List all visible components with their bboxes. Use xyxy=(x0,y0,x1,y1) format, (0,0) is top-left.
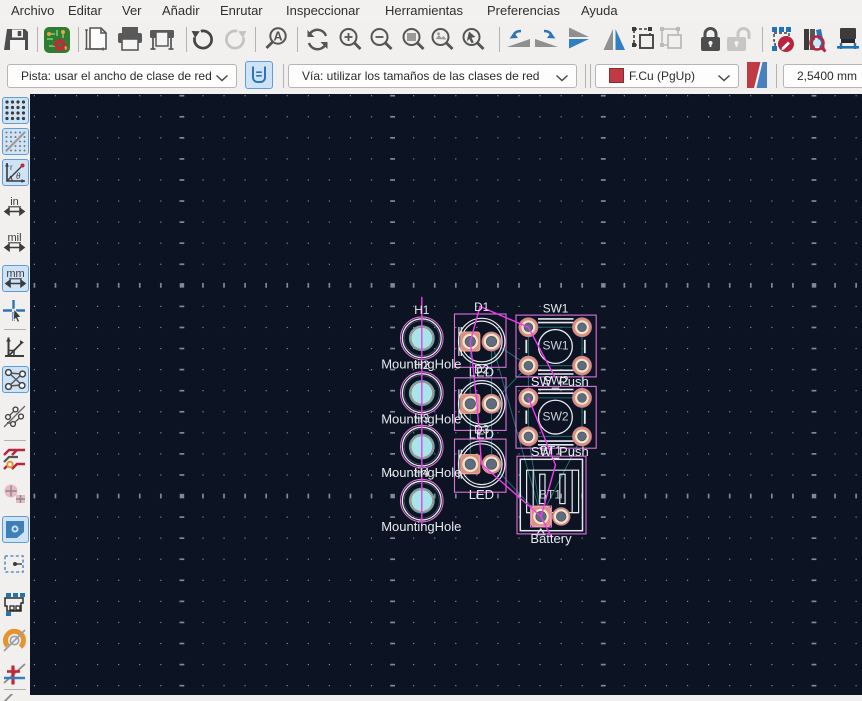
svg-text:BT1: BT1 xyxy=(540,444,562,458)
svg-text:H2: H2 xyxy=(414,358,429,372)
svg-text:SW1: SW1 xyxy=(542,338,568,352)
svg-text:r: r xyxy=(10,163,13,172)
svg-text:mil: mil xyxy=(7,232,21,244)
svg-text:A: A xyxy=(273,30,282,44)
svg-text:LED: LED xyxy=(469,487,494,502)
svg-text:H1: H1 xyxy=(414,303,429,317)
svg-text:mm: mm xyxy=(6,268,24,280)
svg-text:BT1: BT1 xyxy=(539,487,561,501)
svg-text:D2: D2 xyxy=(474,362,489,376)
svg-text:SW2: SW2 xyxy=(543,374,569,388)
svg-text:MountingHole: MountingHole xyxy=(381,519,461,534)
svg-text:D1: D1 xyxy=(474,300,489,314)
svg-text:SW2: SW2 xyxy=(542,409,568,423)
svg-text:H3: H3 xyxy=(414,412,430,426)
svg-text:Battery: Battery xyxy=(530,531,572,546)
svg-text:D3: D3 xyxy=(474,423,490,437)
svg-text:H4: H4 xyxy=(414,466,430,480)
svg-text:θ: θ xyxy=(16,171,21,181)
svg-text:in: in xyxy=(10,196,19,208)
svg-text:SW1: SW1 xyxy=(543,301,569,315)
